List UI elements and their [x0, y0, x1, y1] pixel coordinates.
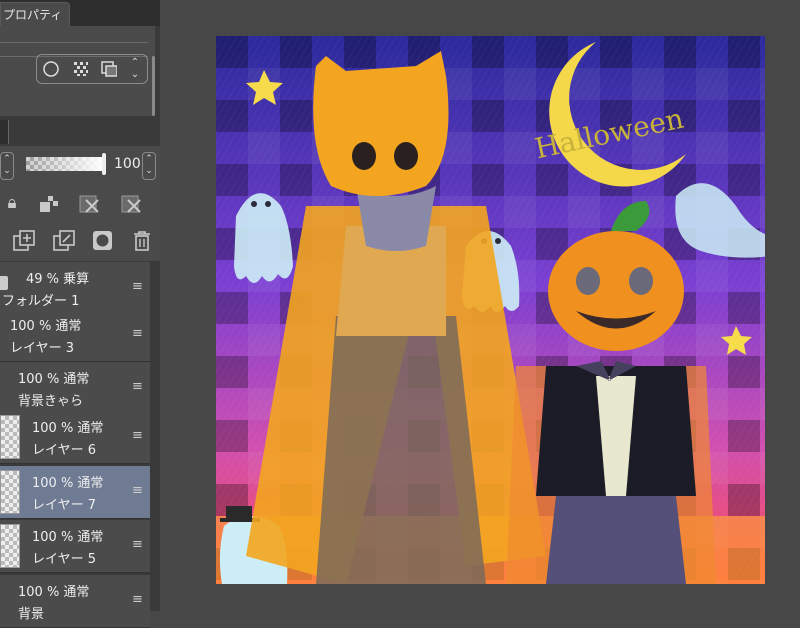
- properties-panel: ⌃ ⌄: [0, 26, 155, 116]
- layer-menu-icon[interactable]: ≡: [132, 428, 144, 443]
- tab-properties-label: プロパティ: [3, 8, 63, 22]
- layer-name: フォルダー 1: [2, 294, 80, 309]
- layer-row-bg-chara[interactable]: 100 % 通常 背景きゃら ≡: [0, 362, 150, 415]
- lock-icon[interactable]: 🔒︎: [2, 193, 22, 213]
- layer-menu-icon[interactable]: ≡: [132, 326, 144, 341]
- layer-name: 背景きゃら: [18, 394, 84, 409]
- layer-row-layer-5[interactable]: 100 % 通常 レイヤー 5 ≡: [0, 520, 150, 573]
- circle-icon[interactable]: [43, 61, 59, 77]
- folder-icon[interactable]: [0, 276, 8, 290]
- layer-menu-icon[interactable]: ≡: [132, 279, 144, 294]
- layer-opacity-blend: 100 % 通常: [18, 585, 90, 600]
- scarecrow-head: [313, 51, 449, 196]
- pants-shape: [546, 496, 686, 584]
- layer-opacity-blend: 100 % 通常: [32, 476, 104, 491]
- properties-tab-bar: プロパティ: [0, 0, 160, 26]
- pumpkin-head: [548, 231, 684, 351]
- dither-icon[interactable]: [73, 61, 89, 77]
- layer-row-background[interactable]: 100 % 通常 背景 ≡: [0, 575, 150, 628]
- layer-opacity-blend: 100 % 通常: [10, 319, 82, 334]
- layer-row-layer-7[interactable]: 100 % 通常 レイヤー 7 ≡: [0, 466, 150, 519]
- divider: [0, 42, 148, 43]
- layer-opacity-blend: 100 % 通常: [32, 421, 104, 436]
- layer-name: レイヤー 5: [32, 552, 97, 567]
- reference-layer-icon[interactable]: [120, 194, 154, 214]
- opacity-stepper[interactable]: ⌃ ⌄: [142, 152, 156, 180]
- opacity-value: 100: [114, 156, 141, 172]
- new-vector-layer-icon[interactable]: [52, 230, 76, 252]
- shape-mode-selector[interactable]: ⌃ ⌄: [36, 54, 148, 84]
- layer-row-folder-1[interactable]: 49 % 乗算フォルダー 1 ≡: [0, 262, 150, 315]
- layer-thumbnail[interactable]: [0, 524, 20, 568]
- layer-name: レイヤー 6: [32, 443, 97, 458]
- clip-layer-icon[interactable]: [78, 194, 108, 214]
- layer-menu-icon[interactable]: ≡: [132, 537, 144, 552]
- layer-tab[interactable]: [0, 120, 9, 144]
- layer-name: レイヤー 7: [32, 498, 97, 513]
- layer-name: レイヤー 3: [10, 341, 75, 356]
- layer-row-layer-3[interactable]: 100 % 通常 レイヤー 3 ≡: [0, 309, 150, 362]
- chevron-updown-icon[interactable]: ⌃ ⌄: [129, 57, 141, 80]
- layer-mask-icon[interactable]: [92, 230, 114, 252]
- artwork-canvas[interactable]: Halloween: [216, 36, 765, 584]
- layer-row-layer-6[interactable]: 100 % 通常 レイヤー 6 ≡: [0, 411, 150, 464]
- lock-transparency-icon[interactable]: [38, 194, 60, 214]
- layer-menu-icon[interactable]: ≡: [132, 379, 144, 394]
- layer-menu-icon[interactable]: ≡: [132, 592, 144, 607]
- layer-scrollbar[interactable]: [152, 262, 158, 611]
- layer-opacity-blend: 49 % 乗算: [26, 272, 90, 287]
- layer-thumbnail[interactable]: [0, 470, 20, 514]
- layer-toolbar: ⌃ ⌄ 100 ⌃ ⌄ 🔒︎: [0, 146, 160, 261]
- trash-icon[interactable]: [132, 230, 152, 252]
- opacity-slider-handle[interactable]: [102, 153, 106, 175]
- layers-icon[interactable]: [101, 61, 117, 77]
- layer-menu-icon[interactable]: ≡: [132, 483, 144, 498]
- opacity-slider[interactable]: [26, 157, 104, 171]
- tab-properties[interactable]: プロパティ: [0, 2, 70, 26]
- new-raster-layer-icon[interactable]: [12, 230, 36, 252]
- left-panel: プロパティ ⌃ ⌄ ⌃ ⌄ 100 ⌃ ⌄ 🔒︎ 49 % 乗算 フォルダー 1…: [0, 0, 160, 628]
- properties-scrollbar[interactable]: [152, 56, 155, 116]
- artwork-illustration: Halloween: [216, 36, 765, 584]
- blend-mode-stepper[interactable]: ⌃ ⌄: [0, 152, 14, 180]
- layer-thumbnail[interactable]: [0, 415, 20, 459]
- layer-opacity-blend: 100 % 通常: [32, 530, 104, 545]
- pants-shape: [316, 316, 486, 584]
- layer-opacity-blend: 100 % 通常: [18, 372, 90, 387]
- layer-name: 背景: [18, 607, 45, 622]
